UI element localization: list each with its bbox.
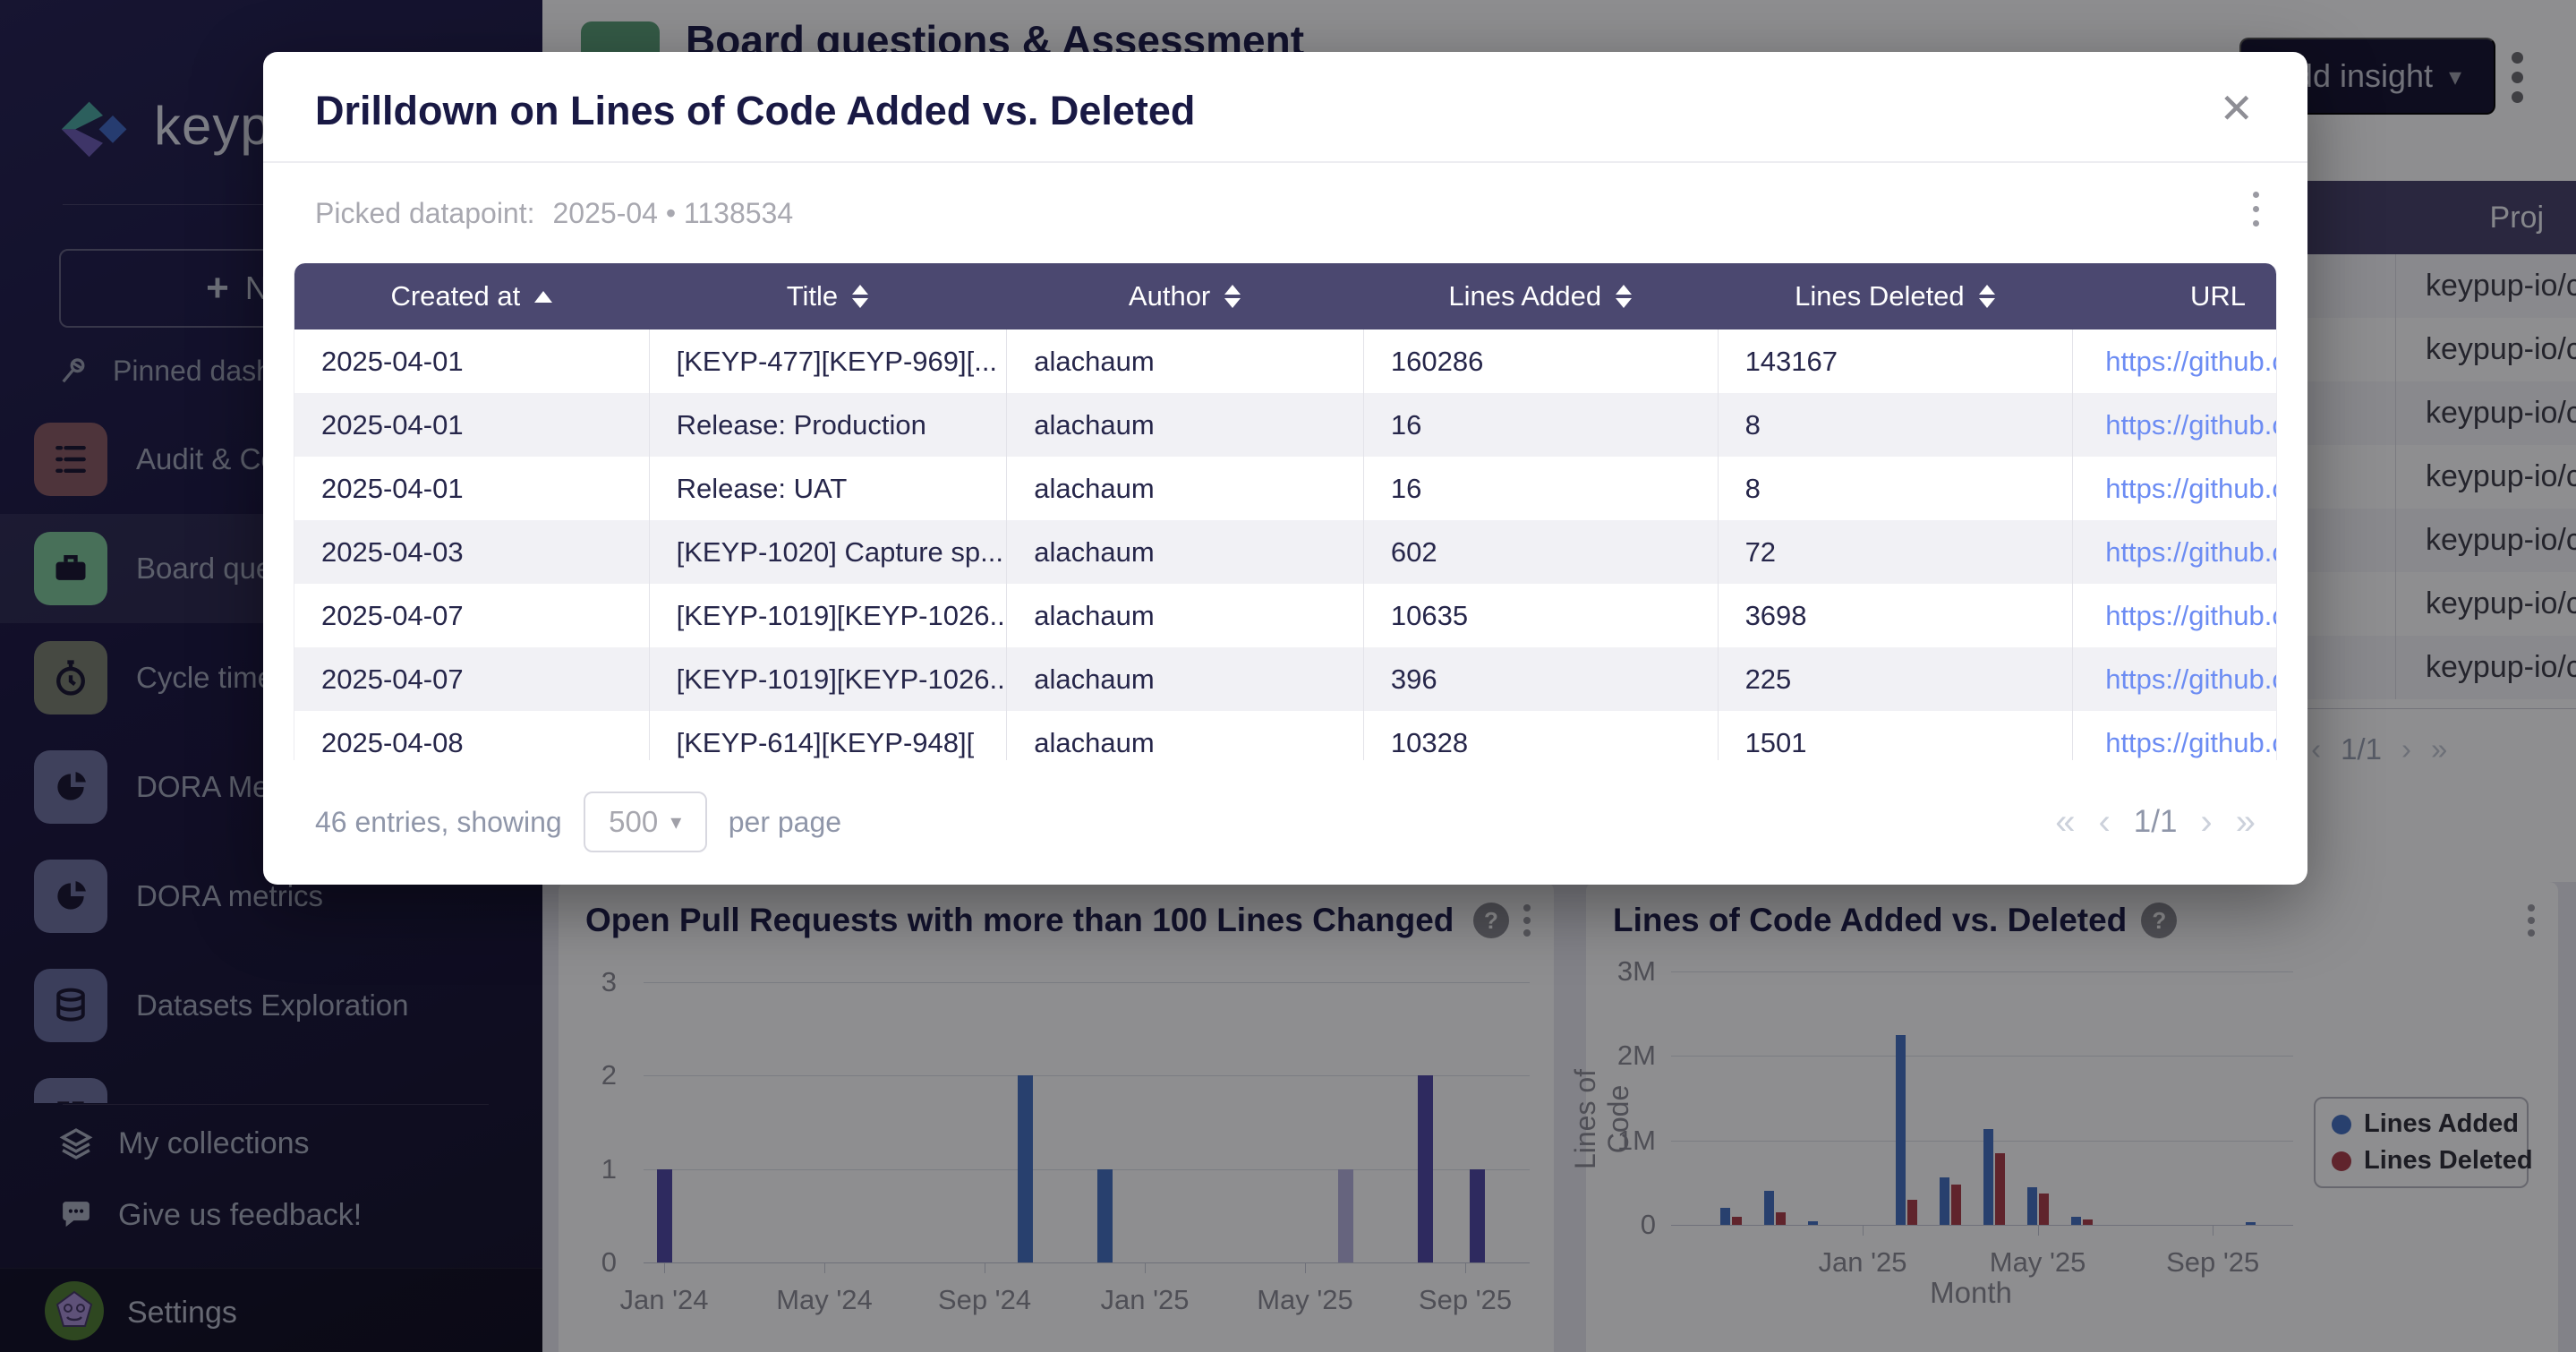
author-cell: alachaum (1006, 393, 1363, 457)
sort-icon (1616, 285, 1632, 308)
title-cell: [KEYP-1019][KEYP-1026... (649, 584, 1007, 647)
url-link[interactable]: https://github.c (2072, 647, 2276, 711)
first-page-icon[interactable]: « (2055, 802, 2075, 843)
author-cell: alachaum (1006, 584, 1363, 647)
created-at-cell: 2025-04-01 (294, 393, 649, 457)
lines-added-cell: 10635 (1363, 584, 1718, 647)
table-row[interactable]: 2025-04-03[KEYP-1020] Capture sp...alach… (294, 520, 2276, 584)
url-link[interactable]: https://github.c (2072, 457, 2276, 520)
entries-count-text: 46 entries, showing (315, 806, 562, 839)
lines-deleted-cell: 8 (1718, 393, 2073, 457)
created-at-cell: 2025-04-07 (294, 584, 649, 647)
lines-deleted-cell: 3698 (1718, 584, 2073, 647)
lines-deleted-cell: 1501 (1718, 711, 2073, 760)
title-cell: Release: UAT (649, 457, 1007, 520)
lines-deleted-cell: 72 (1718, 520, 2073, 584)
lines-added-cell: 602 (1363, 520, 1718, 584)
page-size-value: 500 (609, 805, 658, 839)
lines-added-cell: 16 (1363, 393, 1718, 457)
table-row[interactable]: 2025-04-01[KEYP-477][KEYP-969][...alacha… (294, 329, 2276, 393)
lines-added-cell: 16 (1363, 457, 1718, 520)
sort-asc-icon (534, 291, 552, 303)
table-row[interactable]: 2025-04-07[KEYP-1019][KEYP-1026...alacha… (294, 584, 2276, 647)
column-header-title[interactable]: Title (649, 263, 1007, 329)
title-cell: [KEYP-1019][KEYP-1026... (649, 647, 1007, 711)
author-cell: alachaum (1006, 457, 1363, 520)
next-page-icon[interactable]: › (2200, 802, 2212, 843)
author-cell: alachaum (1006, 711, 1363, 760)
column-label: Created at (390, 280, 520, 312)
url-link[interactable]: https://github.c (2072, 584, 2276, 647)
app-root: keypup + New d Pinned dashbo Audit & Com… (0, 0, 2576, 1352)
page-size-select[interactable]: 500 ▾ (584, 792, 707, 852)
url-link[interactable]: https://github.c (2072, 520, 2276, 584)
column-label: Author (1129, 280, 1210, 312)
column-header-lines-added[interactable]: Lines Added (1363, 263, 1718, 329)
sort-icon (852, 285, 868, 308)
table-row[interactable]: 2025-04-01Release: Productionalachaum168… (294, 393, 2276, 457)
title-cell: [KEYP-477][KEYP-969][... (649, 329, 1007, 393)
sort-icon (1224, 285, 1241, 308)
lines-deleted-cell: 143167 (1718, 329, 2073, 393)
modal-kebab-menu[interactable] (2253, 192, 2259, 227)
author-cell: alachaum (1006, 520, 1363, 584)
column-header-lines-deleted[interactable]: Lines Deleted (1718, 263, 2073, 329)
column-header-url[interactable]: URL (2072, 263, 2276, 329)
url-link[interactable]: https://github.c (2072, 393, 2276, 457)
page-indicator: 1/1 (2134, 804, 2178, 840)
title-cell: [KEYP-614][KEYP-948][ (649, 711, 1007, 760)
sort-icon (1979, 285, 1995, 308)
lines-added-cell: 10328 (1363, 711, 1718, 760)
drilldown-table: Created at Title Author Lines Added Lines De… (294, 263, 2277, 760)
table-header-row: Created at Title Author Lines Added Lines De… (294, 263, 2276, 329)
created-at-cell: 2025-04-01 (294, 457, 649, 520)
picked-datapoint-label: Picked datapoint: (315, 197, 535, 230)
column-label: URL (2190, 280, 2246, 312)
column-header-created-at[interactable]: Created at (294, 263, 649, 329)
created-at-cell: 2025-04-01 (294, 329, 649, 393)
last-page-icon[interactable]: » (2236, 802, 2256, 843)
table-row[interactable]: 2025-04-01Release: UATalachaum168https:/… (294, 457, 2276, 520)
title-cell: Release: Production (649, 393, 1007, 457)
divider (263, 161, 2307, 163)
table-row[interactable]: 2025-04-07[KEYP-1019][KEYP-1026...alacha… (294, 647, 2276, 711)
created-at-cell: 2025-04-07 (294, 647, 649, 711)
chevron-down-icon: ▾ (670, 809, 681, 835)
modal-title: Drilldown on Lines of Code Added vs. Del… (315, 88, 1195, 134)
author-cell: alachaum (1006, 329, 1363, 393)
created-at-cell: 2025-04-08 (294, 711, 649, 760)
column-header-author[interactable]: Author (1006, 263, 1363, 329)
created-at-cell: 2025-04-03 (294, 520, 649, 584)
title-cell: [KEYP-1020] Capture sp... (649, 520, 1007, 584)
picked-datapoint: Picked datapoint: 2025-04 • 1138534 (315, 197, 793, 230)
column-label: Title (787, 280, 838, 312)
per-page-text: per page (729, 806, 841, 839)
prev-page-icon[interactable]: ‹ (2098, 802, 2110, 843)
lines-deleted-cell: 8 (1718, 457, 2073, 520)
modal-pagination: « ‹ 1/1 › » (2055, 802, 2256, 843)
author-cell: alachaum (1006, 647, 1363, 711)
table-footer: 46 entries, showing 500 ▾ per page « ‹ 1… (263, 788, 2307, 856)
url-link[interactable]: https://github.c (2072, 711, 2276, 760)
url-link[interactable]: https://github.c (2072, 329, 2276, 393)
table-body: 2025-04-01[KEYP-477][KEYP-969][...alacha… (294, 329, 2276, 760)
close-icon[interactable]: ✕ (2219, 88, 2254, 129)
table-row[interactable]: 2025-04-08[KEYP-614][KEYP-948][alachaum1… (294, 711, 2276, 760)
drilldown-modal: Drilldown on Lines of Code Added vs. Del… (263, 52, 2307, 885)
picked-datapoint-value: 2025-04 • 1138534 (553, 197, 794, 230)
lines-deleted-cell: 225 (1718, 647, 2073, 711)
lines-added-cell: 396 (1363, 647, 1718, 711)
column-label: Lines Added (1448, 280, 1601, 312)
column-label: Lines Deleted (1795, 280, 1965, 312)
lines-added-cell: 160286 (1363, 329, 1718, 393)
